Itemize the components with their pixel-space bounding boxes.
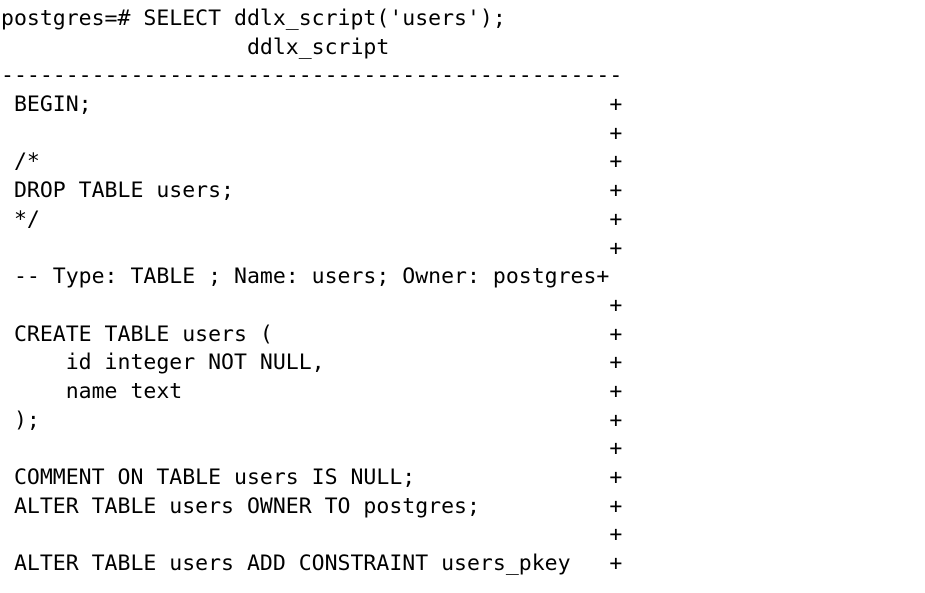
output-row: +: [1, 235, 623, 261]
output-row: +: [1, 120, 623, 146]
output-row: DROP TABLE users; +: [1, 178, 623, 204]
output-row: */ +: [1, 206, 623, 232]
output-row: +: [1, 292, 623, 318]
output-row: ALTER TABLE users OWNER TO postgres; +: [1, 493, 623, 519]
prompt-line: postgres=# SELECT ddlx_script('users');: [1, 6, 506, 31]
output-row: id integer NOT NULL, +: [1, 350, 623, 376]
result-column-header: ddlx_script: [1, 34, 390, 60]
column-separator: ----------------------------------------…: [1, 63, 623, 89]
output-row: COMMENT ON TABLE users IS NULL; +: [1, 465, 623, 490]
output-row: ); +: [1, 407, 623, 433]
output-row: +: [1, 522, 623, 548]
terminal-window[interactable]: postgres=# SELECT ddlx_script('users'); …: [0, 0, 925, 593]
output-row: -- Type: TABLE ; Name: users; Owner: pos…: [1, 264, 610, 290]
output-row: ALTER TABLE users ADD CONSTRAINT users_p…: [1, 551, 623, 577]
output-row: /* +: [1, 149, 623, 175]
output-row: BEGIN; +: [1, 92, 623, 118]
output-row: name text +: [1, 378, 623, 404]
terminal-output: postgres=# SELECT ddlx_script('users'); …: [0, 0, 925, 579]
output-row: CREATE TABLE users ( +: [1, 321, 623, 347]
output-row: +: [1, 436, 623, 462]
